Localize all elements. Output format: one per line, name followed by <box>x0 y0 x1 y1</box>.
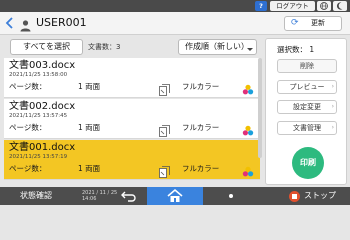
list-scrollbar[interactable] <box>258 58 262 158</box>
document-management-button[interactable]: 文書管理 › <box>277 121 337 135</box>
chevron-right-icon: › <box>331 83 334 90</box>
color-mode: フルカラー <box>182 164 220 173</box>
document-name: 文書003.docx <box>9 60 76 71</box>
pages-label: ページ数： <box>9 123 47 132</box>
pages-value: 1 両面 <box>78 82 101 91</box>
preview-label: プレビュー <box>289 83 325 91</box>
stop-label: ストップ <box>304 191 336 200</box>
chevron-down-icon <box>247 48 253 51</box>
selected-count: 選択数： 1 <box>277 45 315 54</box>
pages-value: 1 両面 <box>78 123 101 132</box>
duplex-icon <box>159 81 170 96</box>
stop-button[interactable]: ストップ <box>283 187 350 205</box>
document-count: 文書数：3 <box>88 43 121 51</box>
full-color-icon <box>242 81 254 95</box>
home-icon[interactable] <box>147 187 203 205</box>
select-all-button[interactable]: すべてを選択 <box>10 39 83 55</box>
pages-label: ページ数： <box>9 164 47 173</box>
document-list: 文書003.docx 2021/11/25 13:58:00 ページ数： 1 両… <box>4 58 260 180</box>
page-title: USER001 <box>36 16 87 29</box>
moon-icon[interactable] <box>333 1 347 11</box>
back-arrow-icon[interactable] <box>2 15 16 31</box>
change-settings-label: 設定変更 <box>293 103 321 111</box>
document-date: 2021/11/25 13:57:45 <box>9 113 68 119</box>
stop-icon <box>289 191 300 202</box>
duplex-icon <box>159 122 170 137</box>
bottom-bar: 状態確認 2021 / 11 / 25 14:06 ストップ <box>0 187 350 205</box>
full-color-icon <box>242 122 254 136</box>
return-icon[interactable] <box>117 187 141 205</box>
help-button[interactable]: ? <box>255 1 267 11</box>
header-bar: USER001 ⟳ 更新 <box>0 12 350 35</box>
color-mode: フルカラー <box>182 82 220 91</box>
refresh-button[interactable]: ⟳ 更新 <box>284 16 342 31</box>
list-item-selected[interactable]: 文書001.docx 2021/11/25 13:57:19 ページ数： 1 両… <box>4 140 260 180</box>
refresh-icon: ⟳ <box>291 18 299 28</box>
document-name: 文書002.docx <box>9 101 76 112</box>
logout-button[interactable]: ログアウト <box>270 1 315 11</box>
document-date: 2021/11/25 13:57:19 <box>9 154 68 160</box>
action-panel: 選択数： 1 削除 プレビュー › 設定変更 › 文書管理 › 印刷 <box>265 38 347 185</box>
full-color-icon <box>242 163 254 177</box>
globe-icon[interactable] <box>317 1 331 11</box>
chevron-right-icon: › <box>331 103 334 110</box>
delete-button[interactable]: 削除 <box>277 59 337 73</box>
document-date: 2021/11/25 13:58:00 <box>9 72 68 78</box>
clock: 2021 / 11 / 25 14:06 <box>82 190 117 202</box>
sort-label: 作成順（新しい） <box>185 42 249 51</box>
system-bar: ? ログアウト <box>0 0 350 12</box>
list-item[interactable]: 文書003.docx 2021/11/25 13:58:00 ページ数： 1 両… <box>4 58 260 98</box>
document-name: 文書001.docx <box>9 142 76 153</box>
pages-label: ページ数： <box>9 82 47 91</box>
sort-dropdown[interactable]: 作成順（新しい） <box>178 39 257 55</box>
preview-button[interactable]: プレビュー › <box>277 80 337 94</box>
print-button[interactable]: 印刷 <box>292 147 324 179</box>
pages-value: 1 両面 <box>78 164 101 173</box>
refresh-label: 更新 <box>311 19 325 27</box>
status-check-button[interactable]: 状態確認 <box>0 187 72 205</box>
clock-time: 14:06 <box>82 196 97 202</box>
list-item[interactable]: 文書002.docx 2021/11/25 13:57:45 ページ数： 1 両… <box>4 99 260 139</box>
color-mode: フルカラー <box>182 123 220 132</box>
chevron-right-icon: › <box>331 124 334 131</box>
user-icon <box>19 17 32 32</box>
document-management-label: 文書管理 <box>293 124 321 132</box>
menu-icon[interactable] <box>205 187 257 205</box>
change-settings-button[interactable]: 設定変更 › <box>277 100 337 114</box>
duplex-icon <box>159 163 170 178</box>
